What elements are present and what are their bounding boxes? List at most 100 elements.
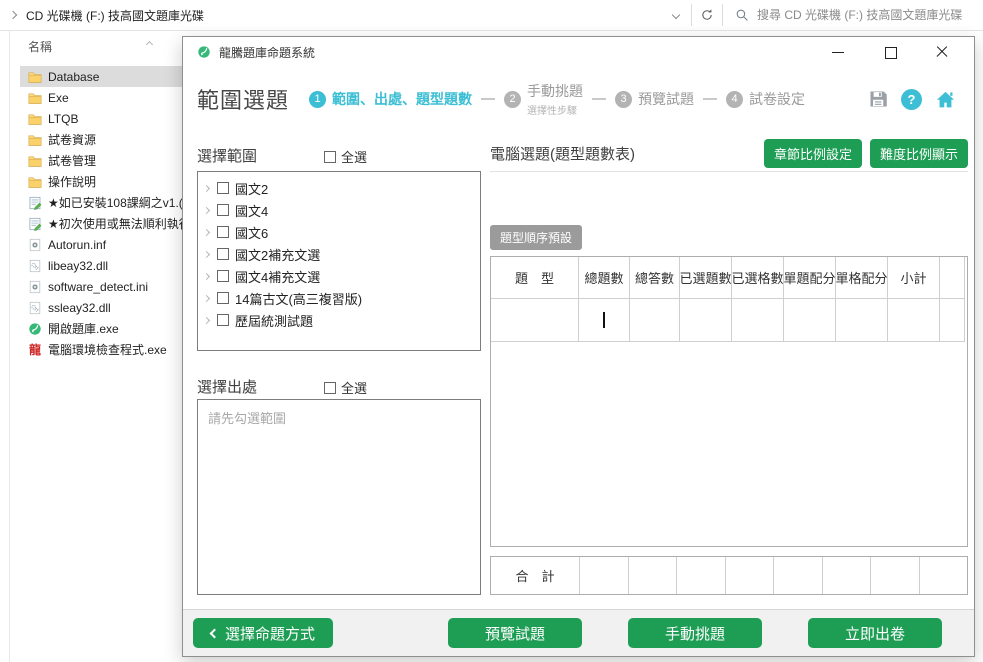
tree-item[interactable]: 國文2補充文選	[198, 243, 480, 265]
app-logo-icon	[197, 45, 211, 59]
address-dropdown-button[interactable]	[661, 0, 691, 30]
expand-icon[interactable]	[203, 250, 210, 257]
preview-questions-button[interactable]: 預覽試題	[448, 618, 582, 648]
generate-exam-button[interactable]: 立即出卷	[808, 618, 942, 648]
file-row[interactable]: software_detect.ini	[20, 276, 183, 297]
checkbox-icon[interactable]	[217, 270, 229, 282]
table-cell[interactable]	[784, 299, 836, 342]
step-3-preview[interactable]: 3 預覽試題	[615, 89, 694, 109]
file-row[interactable]: 試卷管理	[20, 150, 183, 171]
file-row[interactable]: ★如已安裝108課綱之v1.(	[20, 192, 183, 213]
manual-pick-button[interactable]: 手動挑題	[628, 618, 762, 648]
table-cell[interactable]	[940, 299, 965, 342]
search-input[interactable]	[757, 8, 983, 22]
file-row[interactable]: Database	[20, 66, 183, 87]
tree-item[interactable]: 國文6	[198, 221, 480, 243]
source-title: 選擇出處	[197, 376, 257, 397]
tree-item[interactable]: 國文2	[198, 177, 480, 199]
dragon-app-icon: 龍	[28, 341, 42, 358]
file-row[interactable]: 操作說明	[20, 171, 183, 192]
tree-item[interactable]: 14篇古文(高三複習版)	[198, 287, 480, 309]
expand-icon[interactable]	[203, 184, 210, 191]
expand-icon[interactable]	[203, 316, 210, 323]
checkbox-icon[interactable]	[217, 204, 229, 216]
tree-item[interactable]: 歷屆統測試題	[198, 309, 480, 331]
checkbox-icon[interactable]	[324, 151, 336, 163]
refresh-button[interactable]	[692, 0, 722, 30]
file-row[interactable]: ★初次使用或無法順利執行	[20, 213, 183, 234]
expand-icon[interactable]	[203, 272, 210, 279]
step-2-manual[interactable]: 2 手動挑題 選擇性步驟	[504, 81, 583, 117]
address-bar[interactable]: CD 光碟機 (F:) 技高國文題庫光碟	[0, 0, 661, 30]
maximize-button[interactable]	[884, 46, 896, 58]
file-row[interactable]: 龍電腦環境檢查程式.exe	[20, 339, 183, 360]
minimize-button[interactable]	[832, 46, 844, 58]
file-row[interactable]: Autorun.inf	[20, 234, 183, 255]
column-header: 單格配分	[836, 257, 888, 299]
checkbox-icon[interactable]	[217, 292, 229, 304]
table-cell[interactable]	[491, 299, 579, 342]
search-box[interactable]	[723, 0, 983, 30]
total-label: 合 計	[491, 557, 579, 594]
window-titlebar: 龍騰題庫命題系統	[183, 37, 974, 67]
checkbox-icon[interactable]	[217, 226, 229, 238]
computer-select-title: 電腦選題(題型題數表)	[490, 143, 635, 164]
step-connector	[481, 98, 495, 100]
tree-item[interactable]: 國文4	[198, 199, 480, 221]
source-placeholder: 請先勾選範圍	[198, 400, 480, 435]
save-icon[interactable]	[868, 89, 888, 109]
source-list[interactable]: 請先勾選範圍	[197, 399, 481, 595]
total-cell	[676, 557, 725, 594]
file-row[interactable]: 開啟題庫.exe	[20, 318, 183, 339]
table-cell[interactable]	[732, 299, 784, 342]
table-cell[interactable]	[579, 299, 630, 342]
home-icon[interactable]	[935, 89, 956, 110]
source-select-all[interactable]: 全選	[324, 378, 367, 397]
file-row[interactable]: LTQB	[20, 108, 183, 129]
file-row[interactable]: ssleay32.dll	[20, 297, 183, 318]
checkbox-icon[interactable]	[324, 382, 336, 394]
name-column-header[interactable]: 名稱	[28, 38, 52, 55]
checkbox-icon[interactable]	[217, 314, 229, 326]
file-row[interactable]: Exe	[20, 87, 183, 108]
range-tree[interactable]: 國文2 國文4 國文6 國文2補充文選 國文4補充文選 14篇古文(高三複習版)…	[197, 171, 481, 351]
wizard-header: 範圍選題 1 範圍、出處、題型題數 2 手動挑題 選擇性步驟 3 預覽試題 4	[197, 77, 962, 121]
notepad-icon	[28, 217, 42, 231]
chapter-ratio-button[interactable]: 章節比例設定	[764, 139, 862, 168]
footer-bar: 選擇命題方式 預覽試題 手動挑題 立即出卷	[183, 610, 974, 656]
table-cell[interactable]	[680, 299, 732, 342]
step-1-range[interactable]: 1 範圍、出處、題型題數	[309, 89, 472, 109]
dll-file-icon	[28, 259, 42, 273]
table-cell[interactable]	[888, 299, 940, 342]
file-row[interactable]: libeay32.dll	[20, 255, 183, 276]
step-4-settings[interactable]: 4 試卷設定	[726, 89, 805, 109]
config-file-icon	[28, 280, 42, 294]
green-app-icon	[28, 322, 42, 336]
text-caret	[603, 312, 605, 328]
back-chevron-icon	[210, 628, 220, 638]
column-header: 小計	[888, 257, 940, 299]
range-select-all[interactable]: 全選	[324, 147, 367, 166]
help-icon[interactable]: ?	[901, 89, 922, 110]
question-order-badge[interactable]: 題型順序預設	[490, 225, 582, 250]
back-button[interactable]: 選擇命題方式	[193, 618, 333, 648]
computer-select-header: 電腦選題(題型題數表) 章節比例設定 難度比例顯示	[490, 139, 968, 168]
close-button[interactable]	[936, 46, 948, 58]
breadcrumb-chevron-icon	[9, 11, 17, 19]
folder-icon	[28, 154, 42, 168]
table-cell[interactable]	[836, 299, 888, 342]
folder-icon	[28, 175, 42, 189]
column-header: 已選題數	[680, 257, 732, 299]
tree-item[interactable]: 國文4補充文選	[198, 265, 480, 287]
file-row[interactable]: 試卷資源	[20, 129, 183, 150]
expand-icon[interactable]	[203, 206, 210, 213]
checkbox-icon[interactable]	[217, 182, 229, 194]
dll-file-icon	[28, 301, 42, 315]
expand-icon[interactable]	[203, 294, 210, 301]
expand-icon[interactable]	[203, 228, 210, 235]
table-cell[interactable]	[630, 299, 680, 342]
source-section-header: 選擇出處 全選	[197, 376, 482, 397]
difficulty-ratio-button[interactable]: 難度比例顯示	[870, 139, 968, 168]
checkbox-icon[interactable]	[217, 248, 229, 260]
search-icon	[735, 8, 749, 22]
